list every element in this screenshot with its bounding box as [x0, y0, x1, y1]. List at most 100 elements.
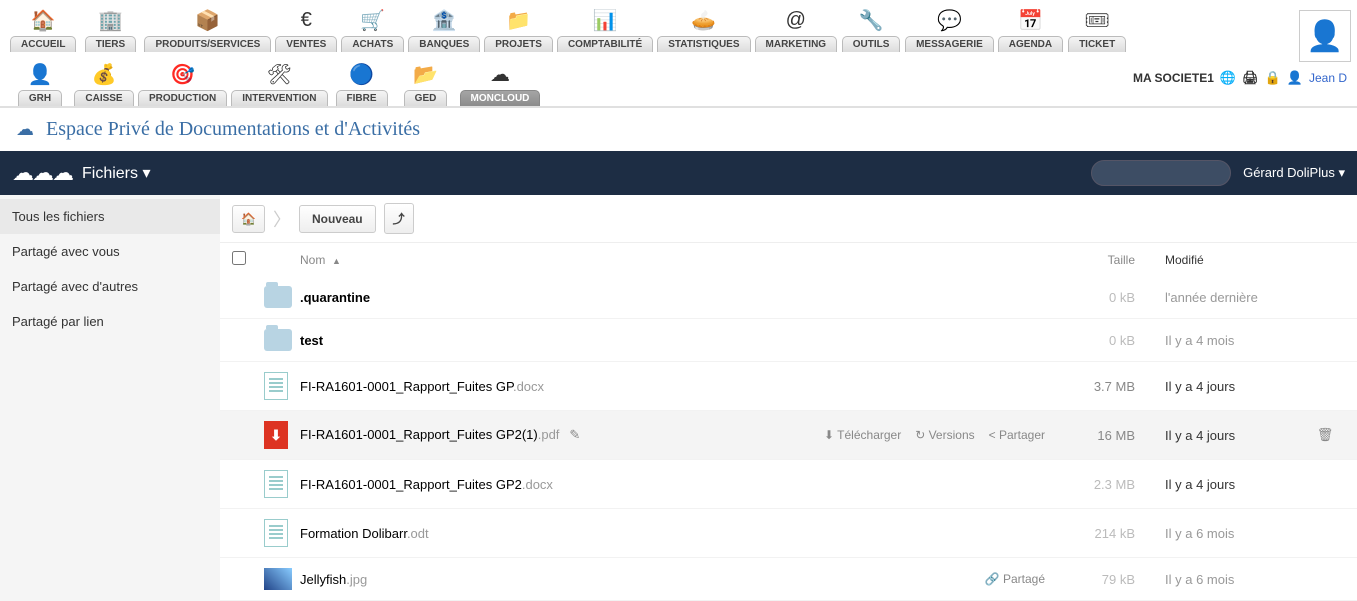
tab-icon: ☁ — [486, 60, 514, 88]
tab-icon: 💬 — [935, 6, 963, 34]
tab-intervention[interactable]: 🛠INTERVENTION — [231, 60, 327, 106]
tab-moncloud[interactable]: ☁ MONCLOUD — [460, 60, 541, 106]
file-modified: Il y a 4 jours — [1135, 379, 1305, 394]
tab-statistiques[interactable]: 🥧STATISTIQUES — [657, 6, 750, 52]
file-row[interactable]: ⬇FI-RA1601-0001_Rapport_Fuites GP2(1).pd… — [220, 411, 1357, 460]
tab-icon: 📁 — [505, 6, 533, 34]
rename-icon[interactable]: ✎ — [569, 427, 580, 442]
delete-button[interactable]: 🗑 — [1317, 427, 1334, 442]
home-button[interactable]: 🏠 — [232, 205, 265, 233]
tab-label: GED — [404, 90, 448, 106]
file-ext: .odt — [407, 526, 429, 541]
tab-ticket[interactable]: 🎟 TICKET — [1067, 6, 1127, 52]
file-size: 3.7 MB — [1045, 379, 1135, 394]
tab-icon: 🔵 — [348, 60, 376, 88]
top-username[interactable]: Jean D — [1309, 71, 1347, 85]
tab-label: MARKETING — [755, 36, 838, 52]
file-modified: Il y a 6 mois — [1135, 526, 1305, 541]
owncloud-user-menu[interactable]: Gérard DoliPlus ▾ — [1243, 165, 1345, 181]
avatar[interactable]: 👤 — [1299, 10, 1351, 62]
header-size[interactable]: Taille — [1045, 253, 1135, 267]
sidebar-item[interactable]: Partagé avec vous — [0, 234, 220, 269]
tab-ged[interactable]: 📂GED — [396, 60, 456, 106]
share-action[interactable]: < Partager — [989, 428, 1045, 442]
file-size: 0 kB — [1045, 333, 1135, 348]
versions-action[interactable]: ↻ Versions — [915, 428, 974, 442]
tab-projets[interactable]: 📁 PROJETS — [484, 6, 553, 52]
file-modified: Il y a 4 mois — [1135, 333, 1305, 348]
file-modified: l'année dernière — [1135, 290, 1305, 305]
tab-label: VENTES — [275, 36, 337, 52]
globe-icon[interactable]: 🌐 — [1220, 70, 1236, 86]
tab-icon: 🏦 — [430, 6, 458, 34]
owncloud-topbar: ☁☁☁ Fichiers ▾ 🔍 Gérard DoliPlus ▾ — [0, 151, 1357, 195]
tab-label: BANQUES — [408, 36, 480, 52]
tab-label: PROJETS — [484, 36, 553, 52]
tab-accueil[interactable]: 🏠ACCUEIL — [10, 6, 76, 52]
file-row[interactable]: Formation Dolibarr.odt 214 kBIl y a 6 moi… — [220, 509, 1357, 558]
document-icon — [264, 519, 288, 547]
tab-production[interactable]: 🎯PRODUCTION — [138, 60, 227, 106]
tab-label: AGENDA — [998, 36, 1063, 52]
tab-icon: 🎟 — [1083, 6, 1111, 34]
tab-banques[interactable]: 🏦 BANQUES — [408, 6, 480, 52]
sidebar-item[interactable]: Partagé avec d'autres — [0, 269, 220, 304]
file-row[interactable]: FI-RA1601-0001_Rapport_Fuites GP2.docx2.… — [220, 460, 1357, 509]
breadcrumb-chevron-icon: 〉 — [273, 206, 291, 232]
file-name: FI-RA1601-0001_Rapport_Fuites GP2 — [300, 477, 522, 492]
file-row[interactable]: Jellyfish.jpg🔗 Partagé79 kBIl y a 6 mois — [220, 558, 1357, 601]
file-size: 214 kB — [1045, 526, 1135, 541]
search-input[interactable] — [1091, 160, 1231, 186]
file-ext: .jpg — [346, 572, 367, 587]
tab-agenda[interactable]: 📅 AGENDA — [998, 6, 1063, 52]
tab-achats[interactable]: 🛒ACHATS — [341, 6, 404, 52]
folder-icon — [264, 329, 292, 351]
file-row[interactable]: .quarantine0 kBl'année dernière — [220, 276, 1357, 319]
tab-label: PRODUITS/SERVICES — [144, 36, 271, 52]
new-button[interactable]: Nouveau — [299, 205, 376, 233]
select-all-checkbox[interactable] — [232, 251, 246, 265]
file-row[interactable]: test0 kBIl y a 4 mois — [220, 319, 1357, 362]
app-selector[interactable]: Fichiers ▾ — [82, 163, 150, 183]
tab-outils[interactable]: 🔧OUTILS — [841, 6, 901, 52]
file-row[interactable]: FI-RA1601-0001_Rapport_Fuites GP.docx3.7… — [220, 362, 1357, 411]
company-name: MA SOCIETE1 — [1133, 71, 1214, 85]
tab-fibre[interactable]: 🔵FIBRE — [332, 60, 392, 106]
file-name: Formation Dolibarr — [300, 526, 407, 541]
tab-icon: 📦 — [194, 6, 222, 34]
header-name[interactable]: Nom ▲ — [300, 253, 805, 267]
lock-icon[interactable]: 🔒 — [1265, 70, 1281, 86]
tab-icon: € — [292, 6, 320, 34]
tab-produits-services[interactable]: 📦 PRODUITS/SERVICES — [144, 6, 271, 52]
tab-icon: 🎯 — [169, 60, 197, 88]
file-modified: Il y a 4 jours — [1135, 428, 1305, 443]
file-name: FI-RA1601-0001_Rapport_Fuites GP2(1) — [300, 427, 538, 442]
tab-label: TICKET — [1068, 36, 1126, 52]
sidebar-item[interactable]: Tous les fichiers — [0, 199, 220, 234]
tab-icon: 🏢 — [96, 6, 124, 34]
document-icon — [264, 470, 288, 498]
print-icon[interactable]: 🖨 — [1242, 70, 1259, 86]
tab-caisse[interactable]: 💰CAISSE — [74, 60, 134, 106]
upload-button[interactable]: ⤴ — [384, 203, 414, 234]
tab-comptabilit-[interactable]: 📊COMPTABILITÉ — [557, 6, 653, 52]
tab-label: GRH — [18, 90, 62, 106]
header-modified[interactable]: Modifié — [1135, 253, 1305, 267]
tab-messagerie[interactable]: 💬MESSAGERIE — [905, 6, 994, 52]
file-name: Jellyfish — [300, 572, 346, 587]
file-ext: .docx — [522, 477, 553, 492]
tab-grh[interactable]: 👤GRH — [10, 60, 70, 106]
file-name: .quarantine — [300, 290, 370, 305]
sidebar-item[interactable]: Partagé par lien — [0, 304, 220, 339]
user-icon[interactable]: 👤 — [1287, 70, 1303, 86]
tab-label: TIERS — [85, 36, 136, 52]
tab-marketing[interactable]: @MARKETING — [755, 6, 838, 52]
tab-label: ACHATS — [341, 36, 404, 52]
tab-ventes[interactable]: € VENTES — [275, 6, 337, 52]
tab-tiers[interactable]: 🏢 TIERS — [80, 6, 140, 52]
download-action[interactable]: ⬇ Télécharger — [824, 428, 901, 442]
cloud-icon: ☁ — [16, 119, 34, 140]
tab-label: MONCLOUD — [460, 90, 541, 106]
tab-icon: 📅 — [1016, 6, 1044, 34]
owncloud-logo-icon[interactable]: ☁☁☁ — [12, 160, 72, 186]
